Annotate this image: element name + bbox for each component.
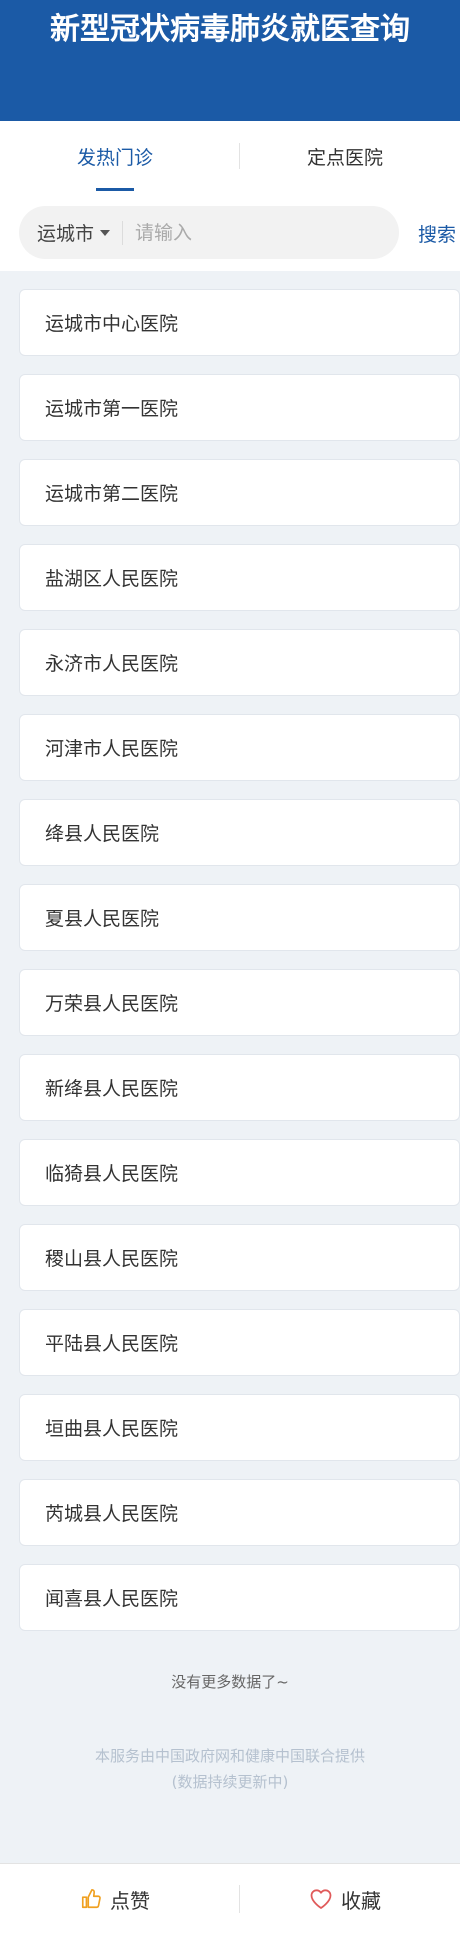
bottom-action-bar: 点赞 收藏 <box>0 1863 460 1934</box>
search-box: 运城市 <box>19 206 399 259</box>
hospital-name: 运城市第二医院 <box>45 483 179 505</box>
bottom-divider <box>239 1885 240 1913</box>
caret-down-icon <box>100 229 111 236</box>
hospital-name: 闻喜县人民医院 <box>45 1588 179 1610</box>
hospital-list-item[interactable]: 运城市第一医院 <box>19 374 460 441</box>
hospital-name: 运城市第一医院 <box>45 398 179 420</box>
hospital-name: 万荣县人民医院 <box>45 993 179 1015</box>
hospital-list-item[interactable]: 夏县人民医院 <box>19 884 460 951</box>
hospital-list-item[interactable]: 新绛县人民医院 <box>19 1054 460 1121</box>
search-bar: 运城市 搜索 <box>0 191 460 271</box>
hospital-list-item[interactable]: 平陆县人民医院 <box>19 1309 460 1376</box>
search-button[interactable]: 搜索 <box>418 220 456 247</box>
hospital-list-item[interactable]: 河津市人民医院 <box>19 714 460 781</box>
hospital-name: 临猗县人民医院 <box>45 1163 179 1185</box>
hospital-list-item[interactable]: 绛县人民医院 <box>19 799 460 866</box>
hospital-name: 盐湖区人民医院 <box>45 568 179 590</box>
hospital-name: 夏县人民医院 <box>45 908 160 930</box>
city-select[interactable]: 运城市 <box>19 206 122 259</box>
tab-designated-hospital-label: 定点医院 <box>306 146 383 169</box>
hospital-name: 平陆县人民医院 <box>45 1333 179 1355</box>
list-end-text: 没有更多数据了~ <box>171 1673 289 1691</box>
hospital-list-item[interactable]: 盐湖区人民医院 <box>19 544 460 611</box>
favorite-button[interactable]: 收藏 <box>230 1864 460 1934</box>
footer-note: 本服务由中国政府网和健康中国联合提供 (数据持续更新中) <box>0 1743 460 1795</box>
tab-divider <box>239 143 240 169</box>
hospital-name: 绛县人民医院 <box>45 823 160 845</box>
heart-icon <box>310 1889 332 1909</box>
favorite-label: 收藏 <box>341 1888 381 1913</box>
hospital-name: 新绛县人民医院 <box>45 1078 179 1100</box>
hospital-list-item[interactable]: 永济市人民医院 <box>19 629 460 696</box>
hospital-list-item[interactable]: 万荣县人民医院 <box>19 969 460 1036</box>
search-input[interactable] <box>123 206 399 259</box>
hospital-name: 运城市中心医院 <box>45 313 179 335</box>
tab-designated-hospital[interactable]: 定点医院 <box>230 121 460 191</box>
tab-fever-clinic[interactable]: 发热门诊 <box>0 121 230 191</box>
hospital-list-item[interactable]: 闻喜县人民医院 <box>19 1564 460 1631</box>
tab-fever-clinic-label: 发热门诊 <box>76 146 153 169</box>
like-label: 点赞 <box>110 1888 150 1913</box>
hospital-list-item[interactable]: 运城市中心医院 <box>19 289 460 356</box>
page-title: 新型冠状病毒肺炎就医查询 <box>50 12 410 47</box>
thumbs-up-icon <box>81 1889 101 1909</box>
footer-line-2: (数据持续更新中) <box>171 1773 289 1791</box>
hospital-list-item[interactable]: 临猗县人民医院 <box>19 1139 460 1206</box>
hospital-name: 永济市人民医院 <box>45 653 179 675</box>
hospital-name: 稷山县人民医院 <box>45 1248 179 1270</box>
like-button[interactable]: 点赞 <box>0 1864 230 1934</box>
hospital-list-item[interactable]: 稷山县人民医院 <box>19 1224 460 1291</box>
footer-line-1: 本服务由中国政府网和健康中国联合提供 <box>94 1747 365 1765</box>
page-header: 新型冠状病毒肺炎就医查询 <box>0 0 460 121</box>
hospital-name: 河津市人民医院 <box>45 738 179 760</box>
hospital-list-item[interactable]: 运城市第二医院 <box>19 459 460 526</box>
hospital-list-item[interactable]: 垣曲县人民医院 <box>19 1394 460 1461</box>
tab-bar: 发热门诊 定点医院 <box>0 121 460 191</box>
hospital-name: 芮城县人民医院 <box>45 1503 179 1525</box>
hospital-list: 运城市中心医院 运城市第一医院 运城市第二医院 盐湖区人民医院 永济市人民医院 河津市人民… <box>19 289 460 1649</box>
hospital-name: 垣曲县人民医院 <box>45 1418 179 1440</box>
hospital-list-item[interactable]: 芮城县人民医院 <box>19 1479 460 1546</box>
city-select-value: 运城市 <box>37 223 95 245</box>
